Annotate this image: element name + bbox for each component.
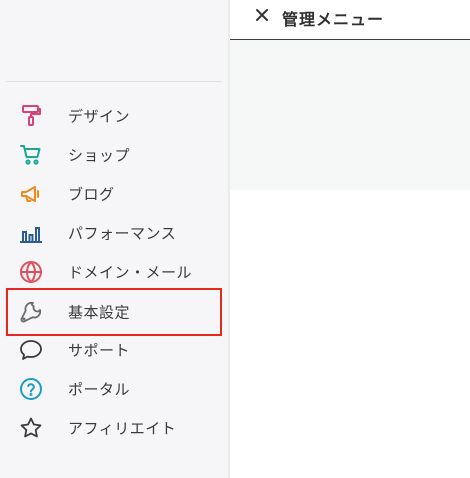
- close-button[interactable]: [252, 7, 272, 27]
- sidebar-item-label: ショップ: [68, 146, 131, 165]
- sidebar-item-shop[interactable]: ショップ: [6, 136, 222, 174]
- bar-chart-icon: [18, 220, 44, 246]
- star-icon: [18, 415, 44, 441]
- sidebar: デザイン ショップ ブログ パフォーマンス ドメイン・メール 基本設定 サポート…: [0, 0, 230, 478]
- megaphone-icon: [18, 181, 44, 207]
- sidebar-item-label: デザイン: [68, 107, 131, 126]
- sidebar-item-label: アフィリエイト: [68, 419, 177, 438]
- sidebar-item-basic-settings[interactable]: 基本設定: [6, 288, 222, 336]
- close-icon: [254, 7, 270, 27]
- sidebar-item-domain-mail[interactable]: ドメイン・メール: [6, 253, 222, 291]
- help-circle-icon: [18, 376, 44, 402]
- main-header: 管理メニュー: [230, 0, 470, 40]
- sidebar-item-portal[interactable]: ポータル: [6, 370, 222, 408]
- globe-icon: [18, 259, 44, 285]
- wrench-icon: [18, 299, 44, 325]
- shopping-cart-icon: [18, 142, 44, 168]
- sidebar-item-support[interactable]: サポート: [6, 331, 222, 369]
- sidebar-divider: [6, 81, 222, 82]
- sidebar-item-performance[interactable]: パフォーマンス: [6, 214, 222, 252]
- main-content: 管理メニュー: [230, 0, 470, 478]
- sidebar-item-label: パフォーマンス: [68, 224, 177, 243]
- sidebar-item-blog[interactable]: ブログ: [6, 175, 222, 213]
- page-title: 管理メニュー: [282, 10, 385, 29]
- sidebar-item-affiliate[interactable]: アフィリエイト: [6, 409, 222, 447]
- sidebar-item-label: サポート: [68, 341, 131, 360]
- chat-bubble-icon: [18, 337, 44, 363]
- sidebar-item-label: ドメイン・メール: [68, 263, 193, 282]
- content-panel: [230, 40, 470, 190]
- app-root: デザイン ショップ ブログ パフォーマンス ドメイン・メール 基本設定 サポート…: [0, 0, 470, 478]
- sidebar-item-label: ブログ: [68, 185, 115, 204]
- paint-roller-icon: [18, 103, 44, 129]
- sidebar-item-label: 基本設定: [68, 303, 131, 322]
- sidebar-item-label: ポータル: [68, 380, 131, 399]
- sidebar-item-design[interactable]: デザイン: [6, 97, 222, 135]
